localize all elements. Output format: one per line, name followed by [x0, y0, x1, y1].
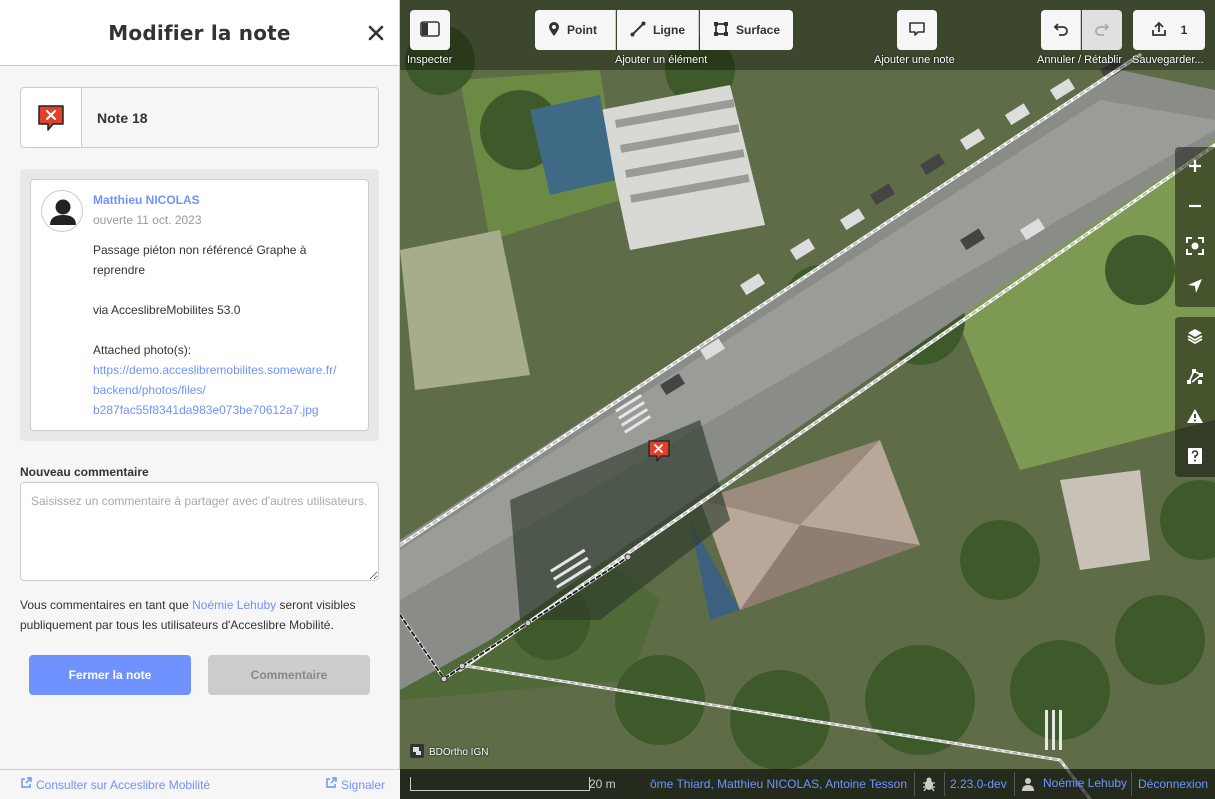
save-label: Sauvegarder...	[1132, 54, 1204, 66]
add-line-button[interactable]: Ligne	[617, 10, 699, 50]
location-arrow-icon	[1187, 278, 1203, 297]
close-icon[interactable]	[365, 22, 387, 44]
note-marker[interactable]	[646, 438, 672, 464]
photo-link[interactable]: https://demo.acceslibremobilites.somewar…	[93, 360, 359, 380]
comment-author-link[interactable]: Matthieu NICOLAS	[93, 193, 200, 207]
comment-text-line: Passage piéton non référencé Graphe à re…	[93, 243, 307, 277]
warning-icon	[1186, 408, 1204, 427]
line-label: Ligne	[653, 23, 685, 37]
issues-button[interactable]	[1175, 397, 1215, 437]
page-title: Modifier la note	[108, 20, 291, 45]
focus-icon	[1186, 236, 1204, 258]
imagery-attribution: BDOrtho IGN	[410, 744, 488, 761]
help-button[interactable]	[1175, 437, 1215, 477]
view-external-label: Consulter sur Acceslibre Mobilité	[36, 777, 211, 792]
comment-text-line: Attached photo(s):	[93, 343, 192, 357]
user-icon	[1021, 777, 1035, 794]
external-link-icon	[20, 777, 32, 792]
user-link[interactable]: Noémie Lehuby	[192, 598, 276, 612]
visibility-text: Vous commentaires en tant que	[20, 598, 193, 612]
imagery-logo-icon	[410, 744, 424, 761]
contributors-list[interactable]: ôme Thiard, Matthieu NICOLAS, Antoine Te…	[650, 777, 907, 791]
note-closed-icon	[21, 88, 82, 147]
report-link[interactable]: Signaler	[325, 777, 385, 792]
upload-icon	[1151, 21, 1167, 40]
photo-link[interactable]: backend/photos/files/	[93, 380, 359, 400]
comment-text: Passage piéton non référencé Graphe à re…	[93, 240, 359, 420]
aerial-imagery	[400, 0, 1215, 799]
new-comment-input[interactable]	[20, 482, 379, 581]
map-data-icon	[1186, 367, 1204, 388]
point-icon	[548, 21, 560, 40]
comment-button[interactable]: Commentaire	[208, 655, 370, 695]
note-icon	[908, 21, 926, 40]
plus-icon	[1187, 158, 1203, 177]
undo-icon	[1053, 21, 1069, 40]
line-icon	[630, 21, 646, 40]
comment-date: ouverte 11 oct. 2023	[93, 213, 202, 227]
map-footer: 20 m ôme Thiard, Matthieu NICOLAS, Antoi…	[400, 769, 1215, 799]
version-link[interactable]: 2.23.0-dev	[950, 777, 1007, 791]
save-count: 1	[1180, 23, 1188, 37]
zoom-in-button[interactable]	[1175, 147, 1215, 187]
avatar-icon	[41, 190, 83, 232]
area-label: Surface	[736, 23, 781, 37]
note-preset-card: Note 18	[20, 87, 379, 148]
comments-list: Matthieu NICOLAS ouverte 11 oct. 2023 Pa…	[20, 169, 379, 441]
redo-icon	[1094, 21, 1110, 40]
background-layers-button[interactable]	[1175, 317, 1215, 357]
visibility-note: Vous commentaires en tant que Noémie Leh…	[20, 595, 385, 635]
scale-label: 20 m	[589, 777, 616, 791]
add-area-button[interactable]: Surface	[700, 10, 793, 50]
top-toolbar: Inspecter Point Ligne Surface Ajouter un…	[400, 0, 1215, 70]
note-label: Note 18	[97, 109, 148, 126]
bug-icon[interactable]	[921, 776, 937, 795]
undo-button[interactable]	[1041, 10, 1081, 50]
close-note-button[interactable]: Fermer la note	[29, 655, 191, 695]
sidebar-toggle-icon	[420, 20, 440, 40]
map-data-button[interactable]	[1175, 357, 1215, 397]
zoom-out-button[interactable]	[1175, 187, 1215, 227]
undo-redo-label: Annuler / Rétablir	[1037, 54, 1122, 66]
sidebar: Modifier la note Note 18 Matthieu NICOLA…	[0, 0, 400, 799]
area-icon	[713, 21, 729, 40]
logout-link[interactable]: Déconnexion	[1138, 777, 1208, 791]
external-link-icon	[325, 777, 337, 792]
sidebar-header: Modifier la note	[0, 0, 399, 66]
map[interactable]: Inspecter Point Ligne Surface Ajouter un…	[400, 0, 1215, 799]
sidebar-footer: Consulter sur Acceslibre Mobilité Signal…	[0, 769, 400, 799]
comment-card: Matthieu NICOLAS ouverte 11 oct. 2023 Pa…	[30, 179, 369, 431]
layers-icon	[1186, 327, 1204, 348]
user-link[interactable]: Noémie Lehuby	[1043, 776, 1127, 790]
add-note-label: Ajouter une note	[874, 54, 955, 66]
save-button[interactable]: 1	[1133, 10, 1205, 50]
add-feature-label: Ajouter un élément	[615, 54, 708, 66]
inspect-button[interactable]	[410, 10, 450, 50]
minus-icon	[1187, 198, 1203, 217]
zoom-to-selection-button[interactable]	[1175, 227, 1215, 267]
new-comment-label: Nouveau commentaire	[20, 465, 149, 479]
add-point-button[interactable]: Point	[535, 10, 616, 50]
view-external-link[interactable]: Consulter sur Acceslibre Mobilité	[20, 777, 210, 792]
attribution-text: BDOrtho IGN	[429, 747, 489, 758]
comment-text-line: via AcceslibreMobilites 53.0	[93, 303, 241, 317]
add-note-button[interactable]	[897, 10, 937, 50]
point-label: Point	[567, 23, 597, 37]
help-icon	[1187, 447, 1203, 468]
redo-button[interactable]	[1082, 10, 1122, 50]
report-label: Signaler	[340, 777, 385, 792]
inspect-label: Inspecter	[407, 54, 453, 66]
photo-link[interactable]: b287fac55f8341da983e073be70612a7.jpg	[93, 400, 359, 420]
geolocate-button[interactable]	[1175, 267, 1215, 307]
scale-bar	[410, 777, 590, 791]
